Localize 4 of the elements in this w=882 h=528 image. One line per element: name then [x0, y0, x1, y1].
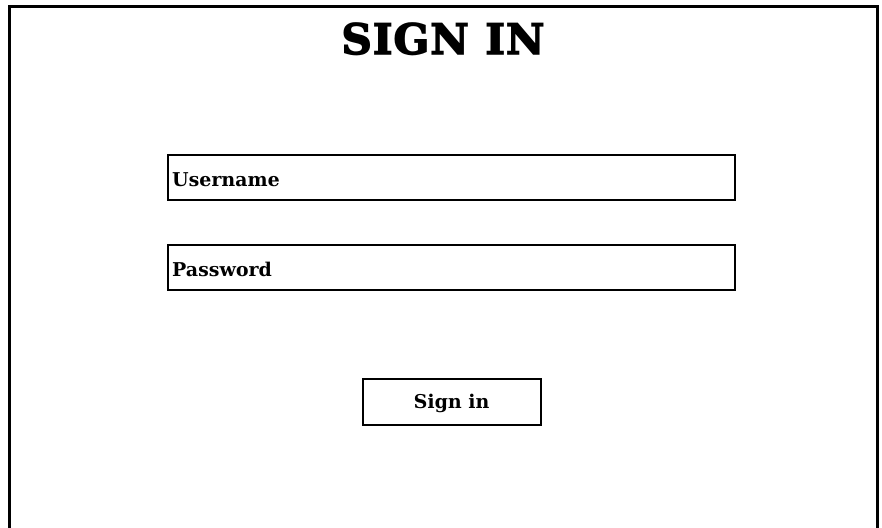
page-title: SIGN IN	[342, 14, 546, 66]
sign-in-button[interactable]: Sign in	[362, 378, 542, 426]
username-field[interactable]: Username	[167, 154, 736, 201]
password-field[interactable]: Password	[167, 244, 736, 291]
